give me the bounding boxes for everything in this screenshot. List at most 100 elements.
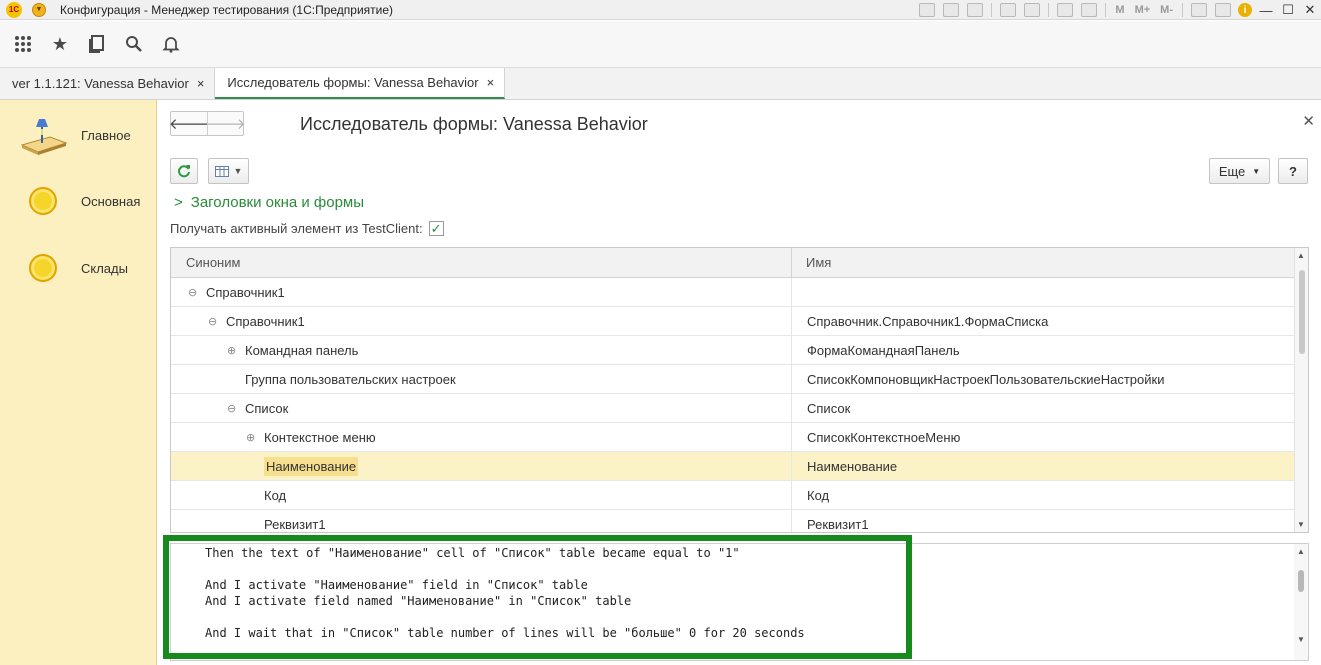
expand-icon[interactable]: ⊕: [227, 344, 237, 357]
more-label: Еще: [1218, 163, 1246, 179]
sidebar-item-main[interactable]: Главное: [0, 110, 157, 160]
forward-arrow-icon[interactable]: 🡒: [205, 112, 246, 135]
table-icon: [214, 165, 229, 177]
help-button[interactable]: ?: [1278, 158, 1308, 184]
table-settings-button[interactable]: ▼: [208, 158, 249, 184]
cell-synonym[interactable]: ⊖ Список: [227, 394, 288, 422]
memory-minus-button[interactable]: M-: [1160, 4, 1173, 16]
table-row[interactable]: Группа пользовательских настроек СписокКо…: [171, 365, 1295, 394]
cell-name[interactable]: СписокКомпоновщикНастроекПользовательски…: [791, 365, 1295, 393]
testclient-active-element-checkbox[interactable]: ✓: [428, 221, 444, 236]
textarea-scrollbar[interactable]: ▲ ▼: [1294, 544, 1308, 660]
expand-icon[interactable]: ⊕: [246, 431, 256, 444]
synonym-text: Наименование: [264, 456, 359, 476]
table-header: Синоним Имя: [171, 248, 1295, 278]
table-row[interactable]: ⊖ Справочник1: [171, 278, 1295, 307]
cell-name[interactable]: Справочник.Справочник1.ФормаСписка: [791, 307, 1295, 335]
print-icon[interactable]: [943, 3, 960, 17]
cell-synonym[interactable]: Наименование: [246, 452, 359, 480]
minimize-button[interactable]: —: [1255, 3, 1277, 18]
cell-synonym[interactable]: ⊖ Справочник1: [208, 307, 305, 335]
group-header-label: Заголовки окна и формы: [190, 194, 365, 211]
cell-name[interactable]: СписокКонтекстноеМеню: [791, 423, 1295, 451]
section-toolbar: ★: [0, 21, 1321, 68]
history-icon[interactable]: [86, 33, 108, 55]
sidebar-item-warehouses[interactable]: Склады: [0, 243, 157, 293]
memory-plus-button[interactable]: M+: [1135, 4, 1151, 16]
back-arrow-icon[interactable]: 🡐: [169, 112, 209, 135]
calendar-icon[interactable]: [1081, 3, 1098, 17]
toolbar-divider: [1105, 3, 1107, 17]
search-icon[interactable]: [123, 33, 145, 55]
scroll-down-icon[interactable]: ▼: [1297, 520, 1305, 529]
table-row[interactable]: Реквизит1 Реквизит1: [171, 510, 1295, 532]
generated-script-textarea[interactable]: Then the text of "Наименование" cell of …: [170, 543, 1309, 661]
chevron-down-icon: ▼: [1252, 166, 1261, 176]
preview-icon[interactable]: [967, 3, 984, 17]
tab-vanessa-behavior[interactable]: ver 1.1.121: Vanessa Behavior ×: [0, 68, 216, 99]
favorites-star-icon[interactable]: ★: [49, 33, 71, 55]
cell-name[interactable]: Наименование: [791, 452, 1295, 480]
toolbar-divider: [1048, 3, 1050, 17]
memory-button[interactable]: M: [1115, 4, 1124, 16]
calculator-icon[interactable]: [1057, 3, 1074, 17]
script-line: And I activate "Наименование" field in "…: [205, 578, 588, 592]
maximize-button[interactable]: ☐: [1277, 2, 1299, 18]
scroll-up-icon[interactable]: ▲: [1297, 547, 1305, 556]
navigation-buttons: 🡐 🡒: [169, 111, 246, 136]
table-row[interactable]: Наименование Наименование: [171, 452, 1295, 481]
cell-name[interactable]: Список: [791, 394, 1295, 422]
cell-synonym[interactable]: ⊕ Контекстное меню: [246, 423, 376, 451]
upload-icon[interactable]: [1000, 3, 1017, 17]
table-row[interactable]: ⊖ Список Список: [171, 394, 1295, 423]
scroll-down-icon[interactable]: ▼: [1297, 635, 1305, 644]
sidebar-item-basic[interactable]: Основная: [0, 176, 157, 226]
open-windows-tabs: ver 1.1.121: Vanessa Behavior × Исследов…: [0, 68, 1321, 100]
panel-layout-icon[interactable]: [1215, 3, 1231, 17]
sections-sidebar: Главное Основная Склады: [0, 100, 157, 665]
cell-name[interactable]: Код: [791, 481, 1295, 509]
cell-synonym[interactable]: Код: [246, 481, 286, 509]
info-icon[interactable]: i: [1238, 3, 1252, 17]
scroll-up-icon[interactable]: ▲: [1297, 251, 1305, 260]
zoom-icon[interactable]: [1191, 3, 1207, 17]
table-scrollbar[interactable]: ▲ ▼: [1294, 248, 1308, 532]
group-header-window-titles[interactable]: > Заголовки окна и формы: [174, 194, 364, 211]
cell-name[interactable]: [791, 278, 1295, 306]
scrollbar-thumb[interactable]: [1299, 270, 1305, 354]
table-row[interactable]: ⊖ Справочник1 Справочник.Справочник1.Форма…: [171, 307, 1295, 336]
column-header-synonym[interactable]: Синоним: [186, 248, 240, 277]
cell-synonym[interactable]: Реквизит1: [246, 510, 326, 532]
cell-synonym[interactable]: Группа пользовательских настроек: [227, 365, 456, 393]
page-title: Исследователь формы: Vanessa Behavior: [300, 114, 648, 134]
script-line: Then the text of "Наименование" cell of …: [205, 546, 740, 560]
chevron-down-icon: ▼: [233, 166, 243, 176]
cell-synonym[interactable]: ⊕ Командная панель: [227, 336, 358, 364]
save-icon[interactable]: [919, 3, 936, 17]
table-row[interactable]: Код Код: [171, 481, 1295, 510]
main-menu-button[interactable]: ▼: [32, 2, 46, 17]
table-row[interactable]: ⊕ Командная панель ФормаКоманднаяПанель: [171, 336, 1295, 365]
synonym-text: Справочник1: [206, 284, 285, 300]
column-header-name[interactable]: Имя: [791, 248, 1295, 277]
collapse-icon[interactable]: ⊖: [188, 286, 198, 299]
apps-grid-icon[interactable]: [12, 33, 34, 55]
cell-synonym[interactable]: ⊖ Справочник1: [188, 278, 285, 306]
refresh-button[interactable]: [170, 158, 198, 184]
close-tab-icon[interactable]: ×: [197, 76, 205, 91]
table-row[interactable]: ⊕ Контекстное меню СписокКонтекстноеМеню: [171, 423, 1295, 452]
scrollbar-thumb[interactable]: [1298, 570, 1304, 592]
collapse-icon[interactable]: ⊖: [227, 402, 237, 415]
collapse-icon[interactable]: ⊖: [208, 315, 218, 328]
notifications-bell-icon[interactable]: [160, 33, 182, 55]
close-window-button[interactable]: ✕: [1299, 2, 1321, 18]
more-actions-button[interactable]: Еще ▼: [1209, 158, 1270, 184]
close-tab-icon[interactable]: ×: [487, 75, 495, 90]
cell-name[interactable]: ФормаКоманднаяПанель: [791, 336, 1295, 364]
desk-lamp-icon: [20, 119, 68, 155]
close-form-icon[interactable]: ✕: [1302, 112, 1315, 130]
window-title: Конфигурация - Менеджер тестирования (1С…: [60, 2, 394, 17]
download-icon[interactable]: [1024, 3, 1041, 17]
tab-form-explorer[interactable]: Исследователь формы: Vanessa Behavior ×: [215, 68, 506, 99]
cell-name[interactable]: Реквизит1: [791, 510, 1295, 532]
